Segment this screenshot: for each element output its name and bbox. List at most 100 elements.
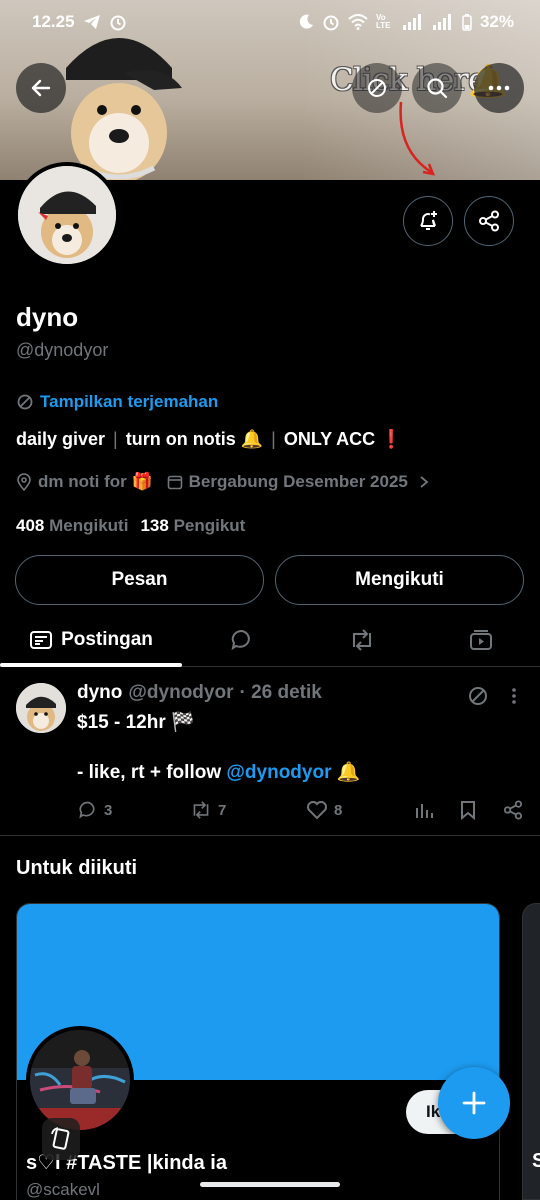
translate-icon bbox=[368, 79, 386, 97]
profile-location: dm noti for 🎁 bbox=[38, 472, 153, 491]
tweet-line2-suffix: 🔔 bbox=[331, 762, 361, 783]
phone-rotate-icon bbox=[51, 1127, 70, 1150]
reply-bubble-icon bbox=[231, 629, 250, 650]
profile-tabs: Postingan bbox=[0, 612, 540, 667]
tweet-avatar-image bbox=[16, 683, 66, 733]
profile-bio: daily giver | turn on notis 🔔 | ONLY ACC… bbox=[16, 429, 403, 450]
battery-percent: 32% bbox=[479, 12, 514, 31]
tweet-avatar[interactable] bbox=[16, 683, 66, 733]
translate-label: Tampilkan terjemahan bbox=[40, 392, 219, 411]
bio-part-2: turn on notis 🔔 bbox=[125, 429, 264, 449]
suggestion-handle: @scakevl bbox=[26, 1180, 100, 1199]
followers-count: 138 bbox=[140, 516, 169, 535]
suggestion-card-next-name: S bbox=[532, 1150, 540, 1172]
message-button[interactable]: Pesan bbox=[15, 555, 264, 605]
who-to-follow-title: Untuk diikuti bbox=[16, 857, 138, 879]
arrow-left-icon bbox=[31, 79, 51, 97]
following-stat[interactable]: 408 Mengikuti bbox=[16, 516, 128, 536]
status-bar: 12.25 Vo LTE 32% bbox=[0, 0, 540, 44]
home-indicator[interactable] bbox=[200, 1182, 340, 1187]
bio-part-1: daily giver bbox=[16, 429, 106, 449]
profile-meta: dm noti for 🎁 Bergabung Desember 2025 bbox=[16, 472, 430, 492]
like-count: 8 bbox=[334, 801, 343, 819]
signal-icon-2 bbox=[432, 14, 451, 30]
profile-stats: 408 Mengikuti 138 Pengikut bbox=[16, 516, 245, 536]
repost-count: 7 bbox=[218, 801, 227, 819]
tweet-line2-prefix: - like, rt + follow bbox=[77, 762, 227, 783]
moon-icon bbox=[299, 14, 313, 29]
floating-repost-button[interactable] bbox=[42, 1118, 80, 1160]
bookmark-action[interactable] bbox=[459, 798, 477, 822]
reply-icon bbox=[79, 801, 95, 819]
media-icon bbox=[470, 629, 492, 650]
bell-plus-icon bbox=[420, 211, 437, 230]
profile-joined: Bergabung Desember 2025 bbox=[188, 472, 408, 491]
following-count: 408 bbox=[16, 516, 45, 535]
repost-action[interactable]: 7 bbox=[190, 798, 226, 822]
translate-button[interactable] bbox=[352, 63, 402, 113]
chevron-right-icon[interactable] bbox=[418, 475, 430, 489]
tab-posts[interactable]: Postingan bbox=[0, 612, 182, 667]
avatar-dog-image bbox=[18, 166, 116, 264]
bookmark-icon bbox=[461, 801, 475, 820]
battery-icon bbox=[462, 13, 472, 31]
posts-icon bbox=[30, 630, 53, 649]
tab-posts-label: Postingan bbox=[61, 628, 153, 650]
alarm-icon-right bbox=[323, 15, 339, 31]
profile-avatar[interactable] bbox=[14, 162, 120, 268]
tweet-text-line-1: $15 - 12hr 🏁 bbox=[77, 712, 195, 733]
search-icon bbox=[427, 78, 448, 99]
tab-replies[interactable] bbox=[182, 612, 302, 667]
views-action[interactable] bbox=[414, 798, 434, 822]
following-label: Mengikuti bbox=[49, 516, 129, 535]
tweet-header: dyno @dynodyor · 26 detik bbox=[77, 682, 322, 704]
wifi-icon bbox=[348, 14, 368, 30]
search-button[interactable] bbox=[412, 63, 462, 113]
volte-label: Vo LTE bbox=[375, 13, 391, 30]
more-options-button[interactable] bbox=[474, 63, 524, 113]
active-tab-indicator bbox=[0, 663, 182, 667]
tweet-mention-link[interactable]: @dynodyor bbox=[226, 762, 331, 783]
bio-separator-2: | bbox=[271, 429, 276, 449]
reply-action[interactable]: 3 bbox=[78, 798, 112, 822]
tweet-author-name[interactable]: dyno bbox=[77, 682, 122, 704]
followers-stat[interactable]: 138 Pengikut bbox=[140, 516, 245, 536]
tab-reposts[interactable] bbox=[302, 612, 422, 667]
following-button[interactable]: Mengikuti bbox=[275, 555, 524, 605]
followers-label: Pengikut bbox=[173, 516, 246, 535]
compose-fab[interactable] bbox=[438, 1067, 510, 1139]
plus-icon bbox=[462, 1091, 486, 1115]
tweet-more-icon[interactable] bbox=[511, 687, 517, 705]
tab-media[interactable] bbox=[422, 612, 540, 667]
alarm-icon bbox=[110, 15, 126, 31]
back-button[interactable] bbox=[16, 63, 66, 113]
share-tweet-action[interactable] bbox=[503, 798, 523, 822]
share-small-icon bbox=[503, 800, 523, 820]
calendar-icon bbox=[167, 475, 182, 490]
location-pin-icon bbox=[17, 473, 31, 491]
status-time: 12.25 bbox=[32, 12, 75, 31]
tweet-text-line-2: - like, rt + follow @dynodyor 🔔 bbox=[77, 760, 360, 784]
repost-icon bbox=[353, 628, 371, 651]
like-action[interactable]: 8 bbox=[306, 798, 342, 822]
reply-count: 3 bbox=[104, 801, 113, 819]
heart-icon bbox=[307, 801, 327, 820]
share-profile-button[interactable] bbox=[464, 196, 514, 246]
views-chart-icon bbox=[416, 804, 433, 818]
translate-link[interactable]: Tampilkan terjemahan bbox=[16, 392, 218, 412]
telegram-icon bbox=[83, 15, 100, 29]
bio-separator-1: | bbox=[113, 429, 118, 449]
tweet-author-handle[interactable]: @dynodyor bbox=[128, 682, 233, 704]
bio-part-3: ONLY ACC ❗ bbox=[283, 429, 403, 449]
notify-button[interactable] bbox=[403, 196, 453, 246]
tweet-time: · 26 detik bbox=[239, 682, 322, 703]
signal-icon-1 bbox=[402, 14, 421, 30]
share-icon bbox=[479, 210, 499, 232]
tweet-divider bbox=[0, 835, 540, 836]
tweet-translate-icon[interactable] bbox=[467, 685, 489, 707]
suggestion-avatar[interactable] bbox=[26, 1026, 134, 1134]
repost-small-icon bbox=[193, 801, 209, 819]
profile-name: dyno bbox=[16, 302, 79, 332]
suggestion-avatar-photo bbox=[30, 1030, 130, 1130]
profile-handle: @dynodyor bbox=[16, 340, 109, 360]
